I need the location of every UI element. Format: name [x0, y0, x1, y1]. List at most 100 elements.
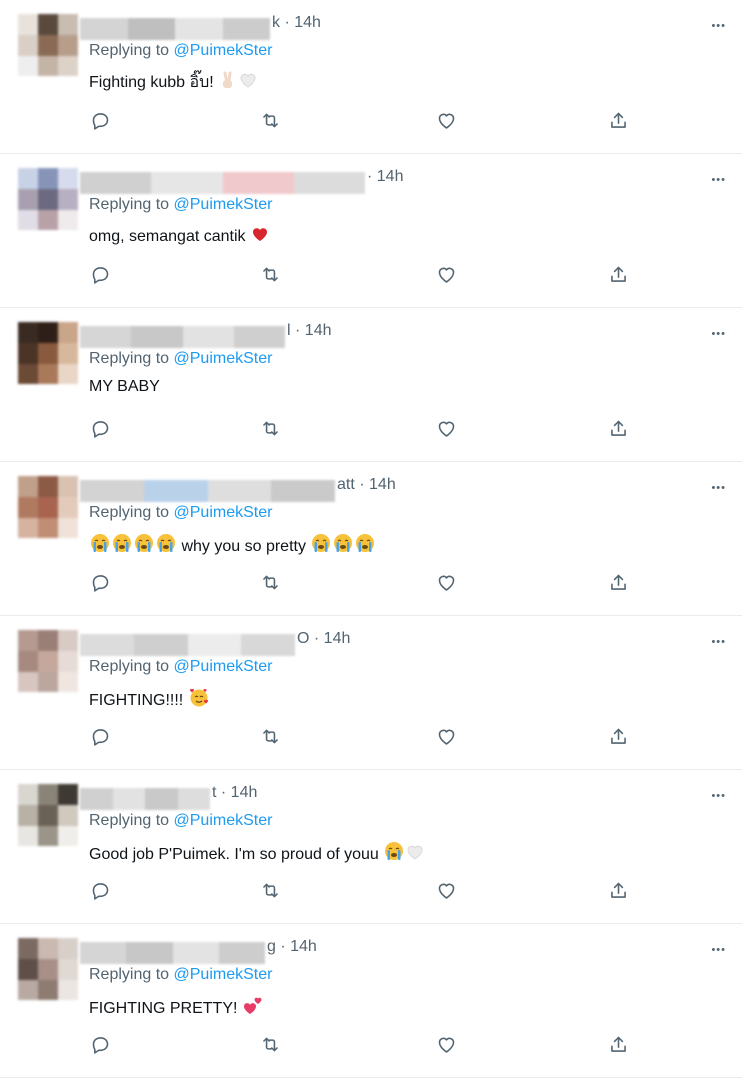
mentioned-handle-link[interactable]: @PuimekSter [174, 658, 273, 675]
mentioned-handle-link[interactable]: @PuimekSter [174, 966, 273, 983]
retweet-button[interactable] [252, 1026, 288, 1062]
reply-button[interactable] [82, 256, 118, 292]
share-icon [608, 880, 629, 901]
avatar[interactable] [18, 168, 78, 230]
replying-to: Replying to @PuimekSter [89, 504, 272, 522]
more-horizontal-icon[interactable]: ••• [711, 174, 726, 186]
reply-button[interactable] [82, 410, 118, 446]
reply-button[interactable] [82, 1026, 118, 1062]
timestamp[interactable]: · 14h [359, 476, 395, 493]
replying-to-label: Replying to [89, 966, 170, 983]
timestamp[interactable]: · 14h [295, 322, 331, 339]
display-name-redacted[interactable] [80, 634, 295, 656]
avatar[interactable] [18, 938, 78, 1000]
tweet-actions [0, 718, 742, 758]
crying-face-icon [133, 532, 155, 559]
display-name-redacted[interactable] [80, 942, 265, 964]
retweet-button[interactable] [252, 872, 288, 908]
reply-icon [90, 1034, 111, 1055]
tweet-actions [0, 1026, 742, 1066]
crying-face-icon [111, 532, 133, 559]
retweet-button[interactable] [252, 256, 288, 292]
name-tail: att [337, 476, 355, 493]
tweet-body: Fighting kubb อิ๊บ! [89, 74, 214, 91]
heart-icon [436, 880, 457, 901]
reply-tweet[interactable]: O · 14h ••• Replying to @PuimekSter FIGHTIN… [0, 616, 742, 770]
reply-button[interactable] [82, 872, 118, 908]
tweet-body: Good job P'Puimek. I'm so proud of youu [89, 846, 379, 863]
timestamp[interactable]: · 14h [367, 168, 403, 185]
crying-face-icon [89, 532, 111, 559]
mentioned-handle-link[interactable]: @PuimekSter [174, 350, 273, 367]
more-horizontal-icon[interactable]: ••• [711, 328, 726, 340]
display-name-redacted[interactable] [80, 480, 335, 502]
avatar[interactable] [18, 630, 78, 692]
reply-tweet[interactable]: att · 14h ••• Replying to @PuimekSter why … [0, 462, 742, 616]
tweet-text: FIGHTING!!!! [89, 686, 210, 713]
like-button[interactable] [428, 410, 464, 446]
white-heart-icon [405, 842, 425, 867]
avatar[interactable] [18, 322, 78, 384]
timestamp[interactable]: · 14h [314, 630, 350, 647]
avatar[interactable] [18, 14, 78, 76]
retweet-icon [260, 1034, 281, 1055]
retweet-button[interactable] [252, 410, 288, 446]
replying-to-label: Replying to [89, 42, 170, 59]
reply-button[interactable] [82, 718, 118, 754]
like-button[interactable] [428, 102, 464, 138]
tweet-body: FIGHTING PRETTY! [89, 1000, 238, 1017]
like-button[interactable] [428, 718, 464, 754]
display-name-redacted[interactable] [80, 172, 365, 194]
mentioned-handle-link[interactable]: @PuimekSter [174, 504, 273, 521]
like-button[interactable] [428, 564, 464, 600]
crying-face-icon [383, 840, 405, 867]
mentioned-handle-link[interactable]: @PuimekSter [174, 42, 273, 59]
display-name-redacted[interactable] [80, 18, 270, 40]
share-button[interactable] [600, 872, 636, 908]
share-icon [608, 264, 629, 285]
replying-to-label: Replying to [89, 812, 170, 829]
reply-tweet[interactable]: k · 14h ••• Replying to @PuimekSter Fightin… [0, 0, 742, 154]
reply-icon [90, 880, 111, 901]
share-button[interactable] [600, 410, 636, 446]
reply-tweet[interactable]: g · 14h ••• Replying to @PuimekSter FIGHTIN… [0, 924, 742, 1078]
more-horizontal-icon[interactable]: ••• [711, 790, 726, 802]
retweet-button[interactable] [252, 564, 288, 600]
retweet-icon [260, 418, 281, 439]
share-button[interactable] [600, 564, 636, 600]
reply-tweet[interactable]: · 14h ••• Replying to @PuimekSter omg, sema… [0, 154, 742, 308]
timestamp[interactable]: · 14h [284, 14, 320, 31]
name-tail: O [297, 630, 310, 647]
retweet-icon [260, 880, 281, 901]
share-button[interactable] [600, 256, 636, 292]
more-horizontal-icon[interactable]: ••• [711, 636, 726, 648]
reply-tweet[interactable]: l · 14h ••• Replying to @PuimekSter MY BABY [0, 308, 742, 462]
name-tail: t [212, 784, 217, 801]
avatar[interactable] [18, 784, 78, 846]
avatar[interactable] [18, 476, 78, 538]
more-horizontal-icon[interactable]: ••• [711, 20, 726, 32]
reply-tweet[interactable]: t · 14h ••• Replying to @PuimekSter Good jo… [0, 770, 742, 924]
retweet-button[interactable] [252, 718, 288, 754]
reply-button[interactable] [82, 102, 118, 138]
share-button[interactable] [600, 102, 636, 138]
name-tail: l [287, 322, 291, 339]
reply-button[interactable] [82, 564, 118, 600]
share-button[interactable] [600, 1026, 636, 1062]
mentioned-handle-link[interactable]: @PuimekSter [174, 196, 273, 213]
share-button[interactable] [600, 718, 636, 754]
like-button[interactable] [428, 256, 464, 292]
retweet-button[interactable] [252, 102, 288, 138]
display-name-redacted[interactable] [80, 326, 285, 348]
reply-icon [90, 572, 111, 593]
timestamp[interactable]: · 14h [280, 938, 316, 955]
mentioned-handle-link[interactable]: @PuimekSter [174, 812, 273, 829]
more-horizontal-icon[interactable]: ••• [711, 944, 726, 956]
share-icon [608, 1034, 629, 1055]
more-horizontal-icon[interactable]: ••• [711, 482, 726, 494]
timestamp[interactable]: · 14h [221, 784, 257, 801]
like-button[interactable] [428, 872, 464, 908]
display-name-redacted[interactable] [80, 788, 210, 810]
tweet-meta: g · 14h [267, 938, 317, 956]
like-button[interactable] [428, 1026, 464, 1062]
